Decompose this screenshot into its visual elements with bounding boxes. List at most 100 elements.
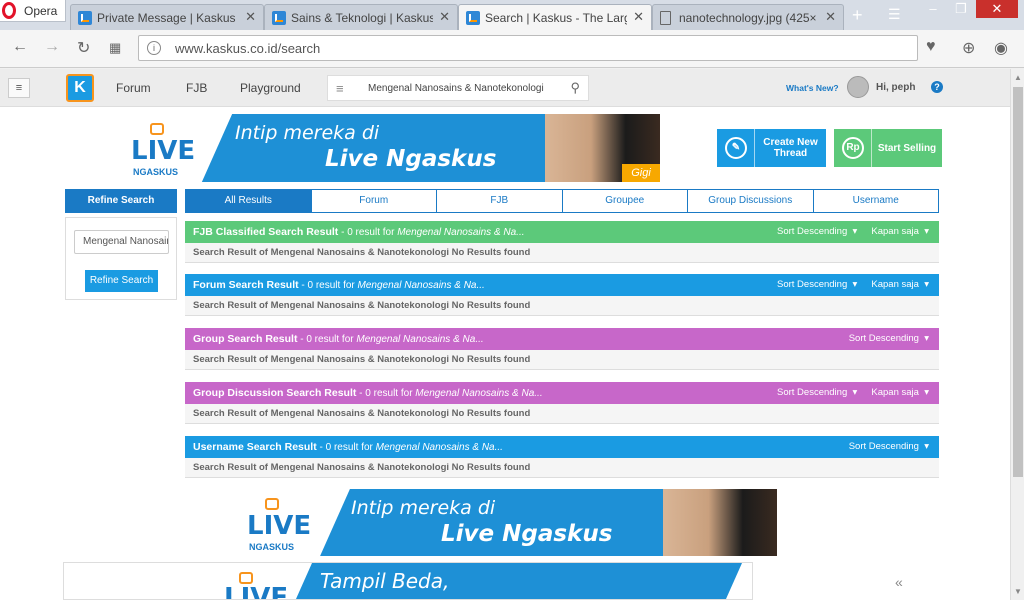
window-close-icon[interactable]: ✕ xyxy=(976,0,1018,18)
maximize-icon[interactable]: ❐ xyxy=(946,0,976,18)
refine-search-input[interactable]: Mengenal Nanosains xyxy=(74,230,169,254)
opera-logo-icon xyxy=(2,2,16,19)
close-icon[interactable]: ✕ xyxy=(825,9,836,25)
result-message: Search Result of Mengenal Nanosains & Na… xyxy=(185,350,939,370)
banner-line1: Intip mereka di xyxy=(235,122,380,144)
page-scrollbar[interactable]: ▲ ▼ xyxy=(1010,69,1024,600)
tab-title: Sains & Teknologi | Kaskus xyxy=(291,11,433,25)
tab-menu-icon[interactable]: ☰ xyxy=(888,6,901,23)
sort-dropdown[interactable]: Sort Descending ▾ xyxy=(777,226,857,237)
live-ngaskus-banner[interactable]: LIVE NGASKUS Intip mereka di Live Ngasku… xyxy=(113,114,660,182)
kaskus-favicon-icon xyxy=(466,11,480,25)
tab-title: Private Message | Kaskus - xyxy=(97,11,239,25)
result-count: - 0 result for xyxy=(356,388,416,399)
account-icon[interactable]: ◉ xyxy=(994,38,1008,58)
create-thread-button[interactable]: ✎ Create New Thread xyxy=(717,129,826,167)
close-icon[interactable]: ✕ xyxy=(245,9,256,25)
result-count: - 0 result for xyxy=(316,442,376,453)
search-icon[interactable]: ⚲ xyxy=(570,80,580,96)
sort-dropdown[interactable]: Sort Descending ▾ xyxy=(849,441,929,452)
collapse-banner-icon[interactable]: « xyxy=(895,574,903,590)
minimize-icon[interactable]: – xyxy=(918,0,948,18)
address-toolbar: ← → ↻ ▦ i www.kaskus.co.id/search ♥ ⊕ ◉ xyxy=(0,30,1024,68)
result-header: Forum Search Result - 0 result for Menge… xyxy=(185,274,939,296)
live-ngaskus-banner-bottom[interactable]: LIVE NGASKUS Intip mereka di Live Ngasku… xyxy=(231,489,777,556)
sort-label: Sort Descending xyxy=(848,441,919,452)
banner-line2: Live Ngaskus xyxy=(325,146,497,172)
result-message: Search Result of Mengenal Nanosains & Na… xyxy=(185,458,939,478)
result-message: Search Result of Mengenal Nanosains & Na… xyxy=(185,243,939,263)
browser-tab[interactable]: nanotechnology.jpg (425× ✕ xyxy=(652,4,844,30)
tab-fjb[interactable]: FJB xyxy=(437,190,563,212)
scroll-thumb[interactable] xyxy=(1013,87,1023,477)
nav-fjb[interactable]: FJB xyxy=(186,81,207,95)
refine-search-button[interactable]: Refine Search xyxy=(85,270,158,292)
opera-label: Opera xyxy=(24,4,58,18)
url-field[interactable]: i www.kaskus.co.id/search xyxy=(138,35,918,61)
result-title: FJB Classified Search Result xyxy=(193,226,339,238)
banner-name-tag: Gigi xyxy=(622,164,660,182)
site-menu-button[interactable]: ≡ xyxy=(8,78,30,98)
nav-playground[interactable]: Playground xyxy=(240,81,301,95)
start-selling-label: Start Selling xyxy=(877,142,937,154)
create-thread-label: Create New Thread xyxy=(763,137,818,159)
result-count: - 0 result for xyxy=(338,227,398,238)
tab-forum[interactable]: Forum xyxy=(311,190,437,212)
forward-arrow-icon[interactable]: → xyxy=(44,38,60,56)
time-dropdown[interactable]: Kapan saja ▾ xyxy=(871,226,929,237)
result-query: Mengenal Nanosains & Na... xyxy=(397,227,525,238)
time-label: Kapan saja xyxy=(871,279,919,290)
browser-tab-bar: Opera Private Message | Kaskus - ✕ Sains… xyxy=(0,0,1024,30)
tab-username[interactable]: Username xyxy=(813,190,938,212)
time-dropdown[interactable]: Kapan saja ▾ xyxy=(871,387,929,398)
tab-title: nanotechnology.jpg (425× xyxy=(679,11,817,25)
tab-title: Search | Kaskus - The Large xyxy=(485,11,627,25)
speed-dial-icon[interactable]: ▦ xyxy=(109,40,121,56)
kaskus-header: ≡ K Forum FJB Playground ≡ Mengenal Nano… xyxy=(0,69,1010,107)
header-search[interactable]: ≡ Mengenal Nanosains & Nanotekonologi ⚲ xyxy=(327,75,589,101)
close-icon[interactable]: ✕ xyxy=(633,9,644,25)
sort-dropdown[interactable]: Sort Descending ▾ xyxy=(777,387,857,398)
banner-line2: Live Ngaskus xyxy=(441,521,613,547)
site-info-icon[interactable]: i xyxy=(147,41,161,55)
reload-icon[interactable]: ↻ xyxy=(77,38,90,58)
refine-search-heading: Refine Search xyxy=(65,189,177,213)
kaskus-logo-icon[interactable]: K xyxy=(66,74,94,102)
banner-photo xyxy=(663,489,777,556)
scroll-up-icon[interactable]: ▲ xyxy=(1014,73,1022,82)
result-header: Username Search Result - 0 result for Me… xyxy=(185,436,939,458)
browser-tab[interactable]: Sains & Teknologi | Kaskus ✕ xyxy=(264,4,458,30)
back-arrow-icon[interactable]: ← xyxy=(12,38,28,56)
download-icon[interactable]: ⊕ xyxy=(962,38,975,58)
result-query: Mengenal Nanosains & Na... xyxy=(356,334,484,345)
avatar[interactable] xyxy=(847,76,869,98)
tab-groupee[interactable]: Groupee xyxy=(562,190,688,212)
kaskus-favicon-icon xyxy=(272,11,286,25)
sticky-bottom-banner[interactable]: LIVE Tampil Beda, xyxy=(63,562,753,600)
browser-tab-active[interactable]: Search | Kaskus - The Large ✕ xyxy=(458,4,652,30)
rupiah-icon: Rp xyxy=(842,137,864,159)
pencil-icon: ✎ xyxy=(725,137,747,159)
sort-label: Sort Descending xyxy=(777,226,848,237)
user-greeting[interactable]: Hi, peph xyxy=(876,82,915,93)
new-tab-button[interactable]: + xyxy=(852,5,863,26)
sort-dropdown[interactable]: Sort Descending ▾ xyxy=(777,279,857,290)
time-dropdown[interactable]: Kapan saja ▾ xyxy=(871,279,929,290)
header-search-input[interactable]: Mengenal Nanosains & Nanotekonologi xyxy=(368,83,544,94)
opera-menu-button[interactable]: Opera xyxy=(0,0,66,22)
scroll-down-icon[interactable]: ▼ xyxy=(1014,587,1022,596)
tab-group-discussions[interactable]: Group Discussions xyxy=(688,190,814,212)
sort-dropdown[interactable]: Sort Descending ▾ xyxy=(849,333,929,344)
sort-label: Sort Descending xyxy=(777,279,848,290)
result-query: Mengenal Nanosains & Na... xyxy=(357,280,485,291)
browser-tab[interactable]: Private Message | Kaskus - ✕ xyxy=(70,4,264,30)
username-result-section: Username Search Result - 0 result for Me… xyxy=(185,436,939,478)
whats-new-link[interactable]: What's New? xyxy=(786,83,839,93)
tab-all-results[interactable]: All Results xyxy=(186,190,312,212)
close-icon[interactable]: ✕ xyxy=(439,9,450,25)
nav-forum[interactable]: Forum xyxy=(116,81,151,95)
start-selling-button[interactable]: Rp Start Selling xyxy=(834,129,942,167)
search-category-icon[interactable]: ≡ xyxy=(336,81,344,96)
bookmark-heart-icon[interactable]: ♥ xyxy=(926,38,936,56)
help-icon[interactable]: ? xyxy=(931,81,943,93)
